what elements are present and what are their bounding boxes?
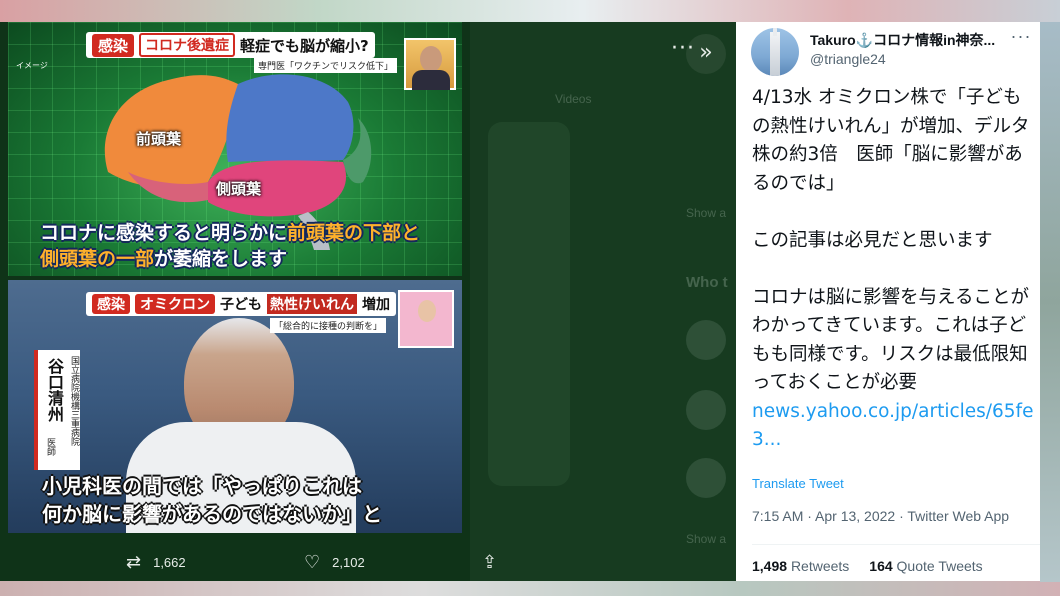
doctor-nameplate: 国立病院機構三重病院 谷口清州 医師	[34, 350, 80, 470]
tweet-detail-panel: Takuro⚓コロナ情報in神奈... @triangle24 ··· 4/13…	[736, 22, 1040, 581]
background-card	[488, 122, 570, 486]
retweets-count: 1,498	[752, 558, 788, 574]
tweet-body: 4/13水 オミクロン株で「子どもの熱性けいれん」が増加、デルタ株の約3倍 医師…	[752, 84, 1036, 455]
nameplate-title: 医師	[45, 438, 55, 456]
image2-subtitle: 「総合的に接種の判断を」	[270, 318, 387, 333]
tweet-image-1[interactable]: 感染 コロナ後遺症 軽症でも脳が縮小? 専門医「ワクチンでリスク低下」 イメージ…	[8, 22, 462, 276]
image2-title-text: 子ども	[220, 297, 262, 313]
background-avatar	[686, 320, 726, 360]
background-tab-videos: Videos	[555, 92, 592, 106]
tweet-action-bar: ⇄ 1,662 ♡ 2,102 ⇪	[0, 544, 736, 580]
label-frontal-lobe: 前頭葉	[136, 130, 182, 148]
tweet-timestamp[interactable]: 7:15 AM · Apr 13, 2022 · Twitter Web App	[752, 508, 1009, 524]
announcer-thumbnail	[398, 290, 454, 348]
avatar-tower	[770, 32, 780, 76]
tweet-image-2[interactable]: 感染 オミクロン 子ども 熱性けいれん 増加 「総合的に接種の判断を」 国立病院…	[8, 280, 462, 533]
divider	[752, 544, 1040, 545]
quote-tweets-stat[interactable]: 164 Quote Tweets	[869, 558, 982, 574]
background-show-more: Show a	[686, 206, 727, 220]
image2-title-highlight: 熱性けいれん	[267, 294, 357, 314]
retweet-count: 1,662	[153, 554, 186, 570]
image2-caption-line2: 何か脳に影響があるのではないか」と	[42, 502, 382, 526]
caption-text: コロナに感染すると明らかに	[40, 222, 288, 244]
quote-count: 164	[869, 558, 893, 574]
nameplate-org: 国立病院機構三重病院	[69, 356, 79, 446]
tweet-stats: 1,498 Retweets 164 Quote Tweets	[752, 558, 983, 574]
retweets-stat[interactable]: 1,498 Retweets	[752, 558, 849, 574]
nameplate-name: 谷口清州	[45, 358, 64, 422]
retweet-button[interactable]: ⇄ 1,662	[126, 544, 186, 580]
share-icon: ⇪	[482, 551, 498, 572]
user-handle[interactable]: @triangle24	[810, 51, 886, 67]
background-right-band	[1040, 22, 1060, 582]
expand-panel-icon[interactable]: »	[686, 34, 726, 74]
quote-label: Quote Tweets	[896, 558, 983, 574]
image2-caption-line1: 小児科医の間では「やっぱりこれは	[42, 474, 362, 498]
retweets-label: Retweets	[790, 558, 850, 574]
like-count: 2,102	[332, 554, 365, 570]
tag-infection: 感染	[92, 294, 130, 314]
caption-highlight: 側頭葉の一部	[40, 248, 155, 270]
image1-caption-line2: 側頭葉の一部が萎縮をします	[40, 244, 287, 271]
caption-text: が萎縮をします	[154, 248, 288, 270]
like-button[interactable]: ♡ 2,102	[304, 544, 365, 580]
background-bottom-band	[0, 581, 1060, 596]
retweet-icon: ⇄	[126, 551, 142, 572]
heart-icon: ♡	[304, 551, 321, 572]
tweet-text: 4/13水 オミクロン株で「子どもの熱性けいれん」が増加、デルタ株の約3倍 医師…	[752, 87, 1030, 393]
tweet-link[interactable]: news.yahoo.co.jp/articles/65fe3...	[752, 401, 1033, 451]
image2-title-bar: 感染 オミクロン 子ども 熱性けいれん 増加	[86, 292, 396, 316]
image1-caption-line1: コロナに感染すると明らかに前頭葉の下部と	[40, 218, 420, 245]
announcer-head	[418, 300, 436, 322]
display-name[interactable]: Takuro⚓コロナ情報in神奈...	[810, 30, 1006, 50]
media-viewer: Videos Who t Show a Show a ··· » 感染 コロナ後…	[0, 22, 736, 581]
background-avatar	[686, 458, 726, 498]
background-top-band	[0, 0, 1060, 22]
avatar-tower-top	[773, 28, 777, 36]
avatar[interactable]	[751, 28, 799, 76]
caption-highlight: 前頭葉の下部と	[287, 222, 421, 244]
image2-title-text: 増加	[362, 297, 390, 313]
label-temporal-lobe: 側頭葉	[216, 180, 262, 198]
tag-omicron: オミクロン	[135, 294, 215, 314]
translate-tweet-link[interactable]: Translate Tweet	[752, 476, 844, 491]
background-avatar	[686, 390, 726, 430]
background-who-to-follow: Who t	[686, 274, 728, 291]
share-button[interactable]: ⇪	[482, 544, 497, 580]
more-icon[interactable]: ···	[1006, 24, 1036, 54]
